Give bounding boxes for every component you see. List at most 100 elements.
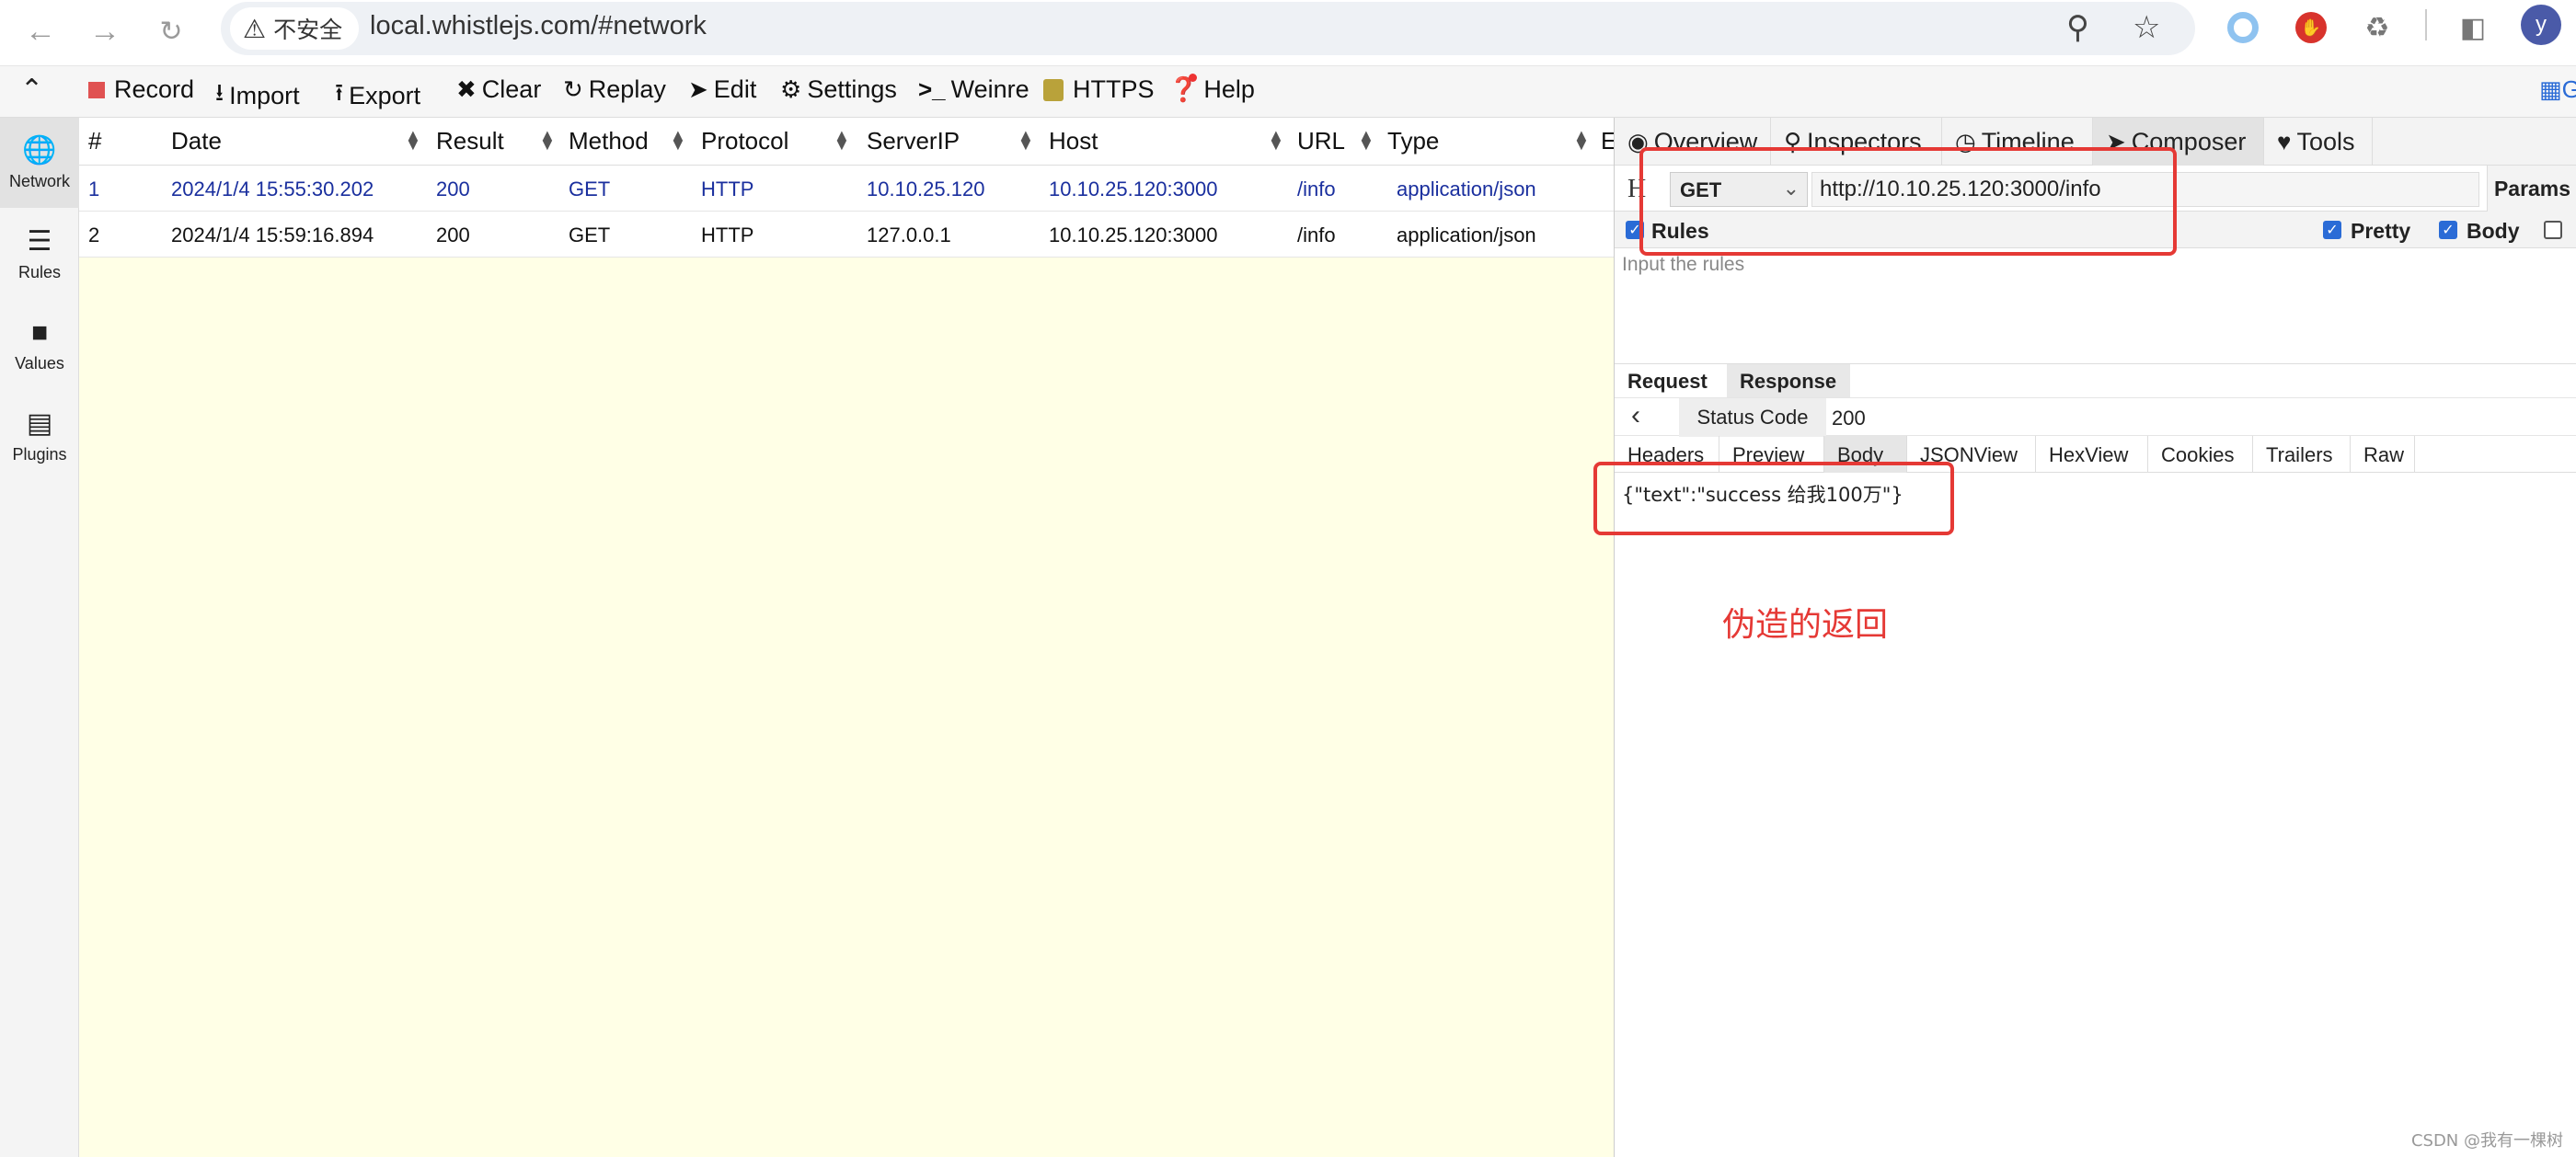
arrow-left-icon[interactable]: ← [17,7,64,55]
watermark: CSDN @我有一棵树 [2410,1131,2563,1151]
clear-button[interactable]: ✖ Clear [456,75,541,104]
export-label: Export [349,81,421,109]
address-bar[interactable]: ⚠ 不安全 local.whistlejs.com/#network ⚲ ☆ [221,2,2195,55]
tab-request[interactable]: Request [1615,364,1725,397]
chevron-left-icon[interactable]: ‹ [1631,400,1640,431]
body-checkbox[interactable]: ✓ [2439,221,2457,239]
tab-tools[interactable]: ♥ Tools [2264,118,2373,166]
security-indicator[interactable]: ⚠ 不安全 [230,7,360,50]
sort-icon[interactable]: ▲ ▼ [1358,127,1374,153]
tab-cookies[interactable]: Cookies [2148,436,2253,473]
url-text: local.whistlejs.com/#network [370,11,707,40]
cell-serverip: 10.10.25.120 [867,178,985,200]
column-header-date[interactable]: Date [171,127,222,155]
column-header-type[interactable]: Type [1387,127,1439,155]
column-header-method[interactable]: Method [569,127,649,155]
cell-method: GET [569,178,611,200]
import-label: Import [229,81,300,109]
pretty-checkbox[interactable]: ✓ [2323,221,2341,239]
extension-ring-icon[interactable] [2223,7,2263,48]
help-button[interactable]: ❓ Help [1168,75,1255,104]
settings-label: Settings [807,75,897,103]
import-button[interactable]: ⭳ Import [215,75,300,116]
sort-icon[interactable]: ▲ ▼ [405,127,421,153]
https-label: HTTPS [1073,75,1155,103]
status-code-value: 200 [1832,407,1866,430]
weinre-label: Weinre [950,75,1029,103]
tab-hexview[interactable]: HexView [2036,436,2148,473]
sidebar-item-plugins[interactable]: ▤ Plugins [0,391,79,481]
export-button[interactable]: ⭱ Export [335,75,420,116]
sort-icon[interactable]: ▲ ▼ [670,127,686,153]
table-row[interactable]: 2 2024/1/4 15:59:16.894 200 GET HTTP 127… [79,212,1614,258]
sort-icon[interactable]: ▲ ▼ [834,127,850,153]
list-icon: ☰ [27,226,52,257]
https-button[interactable]: HTTPS [1043,75,1155,104]
notification-dot [1189,74,1197,82]
tab-trailers[interactable]: Trailers [2253,436,2351,473]
pretty-label: Pretty [2351,219,2411,243]
cell-num: 1 [88,178,100,200]
record-icon [88,81,105,98]
column-header-url[interactable]: URL [1297,127,1345,155]
plugin-icon: ▤ [26,408,53,439]
params-button[interactable]: Params [2487,166,2576,212]
column-header-host[interactable]: Host [1049,127,1098,155]
sidebar-item-label: Network [8,172,70,190]
rules-textarea[interactable]: Input the rules [1615,248,2576,364]
annotation-box-body [1593,462,1954,535]
sidebar-item-rules[interactable]: ☰ Rules [0,209,79,299]
sort-icon[interactable]: ▲ ▼ [1018,127,1034,153]
edit-label: Edit [713,75,757,103]
arrow-right-icon[interactable]: → [81,7,129,55]
column-header-protocol[interactable]: Protocol [701,127,788,155]
extension-stop-icon[interactable]: ✋ [2291,7,2331,48]
sidebar: 🌐 Network ☰ Rules ■ Values ▤ Plugins [0,118,79,1157]
warning-icon: ⚠ [243,14,267,43]
replay-label: Replay [588,75,666,103]
cell-type: application/json [1397,178,1536,200]
column-header-num[interactable]: # [88,127,101,155]
chart-icon: ▦ [2539,75,2562,103]
chevron-up-icon[interactable]: ⌃ [20,74,43,106]
sidebar-item-values[interactable]: ■ Values [0,300,79,390]
tab-raw[interactable]: Raw [2351,436,2415,473]
gear-icon: ⚙ [780,75,802,103]
column-header-result[interactable]: Result [436,127,504,155]
record-label: Record [114,75,195,103]
edit-button[interactable]: ➤ Edit [688,75,756,104]
sort-icon[interactable]: ▲ ▼ [1573,127,1590,153]
table-header: # Date ▲ ▼ Result ▲ ▼ Method ▲ ▼ Protocol ▲… [79,118,1616,166]
sort-icon[interactable]: ▲ ▼ [539,127,556,153]
request-response-tabs: Request Response [1615,364,2576,397]
table-row[interactable]: 1 2024/1/4 15:55:30.202 200 GET HTTP 10.… [79,166,1614,212]
avatar[interactable]: y [2521,5,2561,45]
zoom-icon[interactable]: ⚲ [2066,9,2089,46]
help-label: Help [1203,75,1255,103]
column-header-serverip[interactable]: ServerIP [867,127,960,155]
replay-button[interactable]: ↻ Replay [563,75,666,104]
side-panel-icon[interactable]: ◧ [2453,7,2493,48]
record-button[interactable]: Record [88,75,194,104]
lock-icon [1043,78,1064,101]
cell-url: /info [1297,178,1336,200]
sort-icon[interactable]: ▲ ▼ [1268,127,1284,153]
folder-icon: ■ [30,316,49,348]
settings-button[interactable]: ⚙ Settings [780,75,897,104]
network-table: # Date ▲ ▼ Result ▲ ▼ Method ▲ ▼ Protocol ▲… [79,118,1616,1157]
star-icon[interactable]: ☆ [2133,9,2160,46]
toolbar-right-link[interactable]: ▦G [2539,75,2576,104]
sidebar-item-label: Plugins [12,445,67,464]
reload-icon[interactable]: ↻ [147,7,195,55]
sidebar-item-network[interactable]: 🌐 Network [0,118,79,208]
extra-checkbox[interactable] [2544,221,2562,239]
status-code-label: Status Code [1679,398,1826,437]
tab-response[interactable]: Response [1727,364,1850,397]
browser-chrome: ← → ↻ ⚠ 不安全 local.whistlejs.com/#network… [0,0,2576,66]
cell-host: 10.10.25.120:3000 [1049,223,1218,246]
weinre-button[interactable]: >_ Weinre [918,75,1029,104]
close-icon: ✖ [456,75,477,103]
globe-icon: 🌐 [22,135,57,166]
rules-placeholder: Input the rules [1622,254,1745,275]
puzzle-icon[interactable]: ♻ [2357,7,2398,48]
